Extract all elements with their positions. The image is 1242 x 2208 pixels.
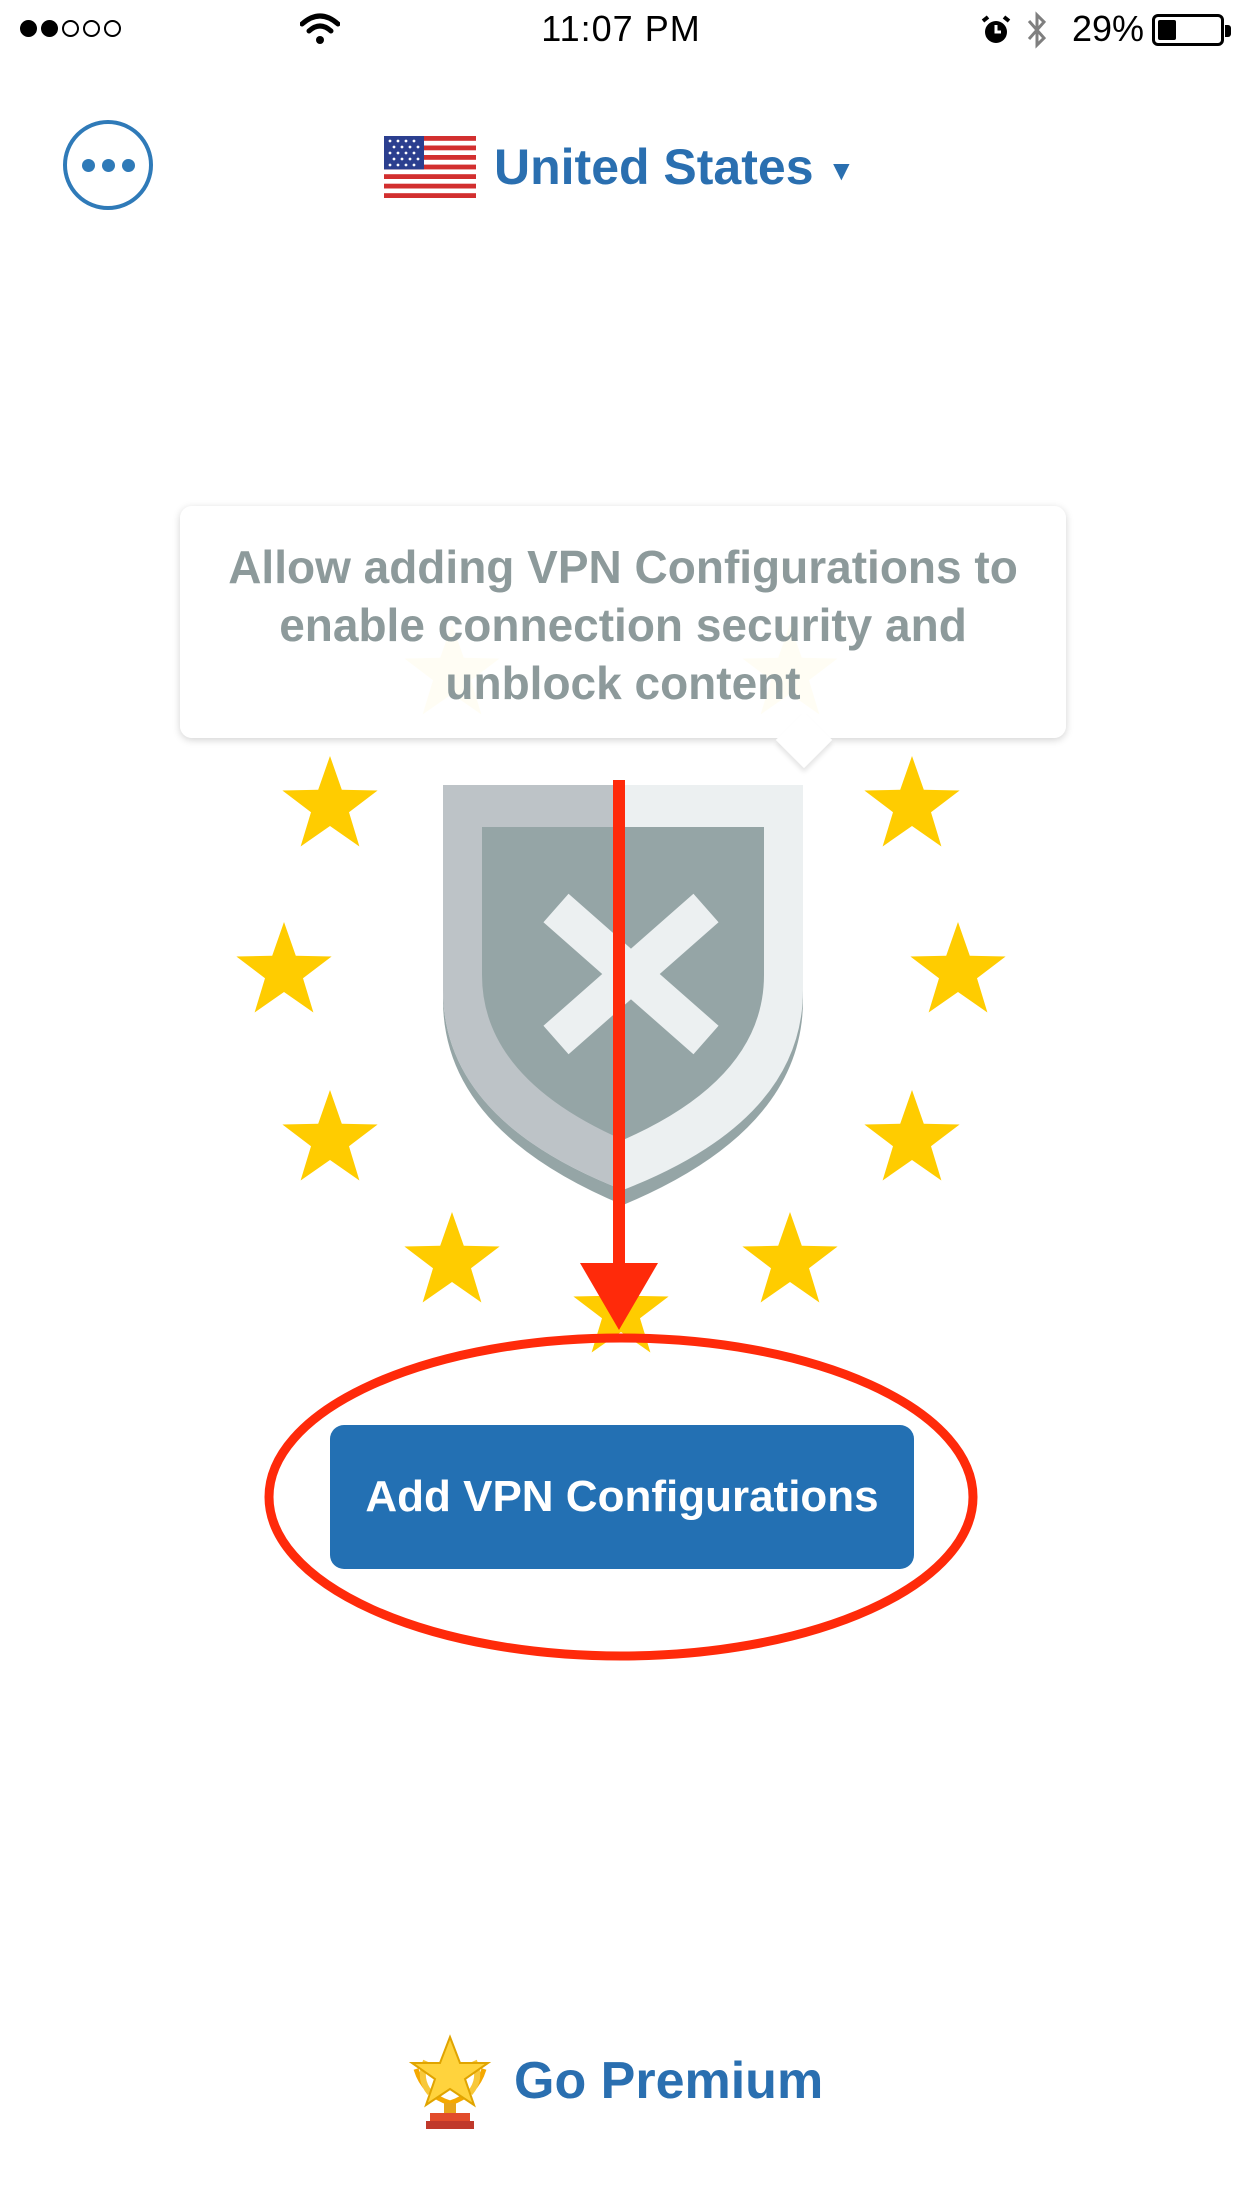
tooltip-line-1: Allow adding VPN Configurations to — [228, 541, 1018, 593]
vpn-permission-tooltip: Allow adding VPN Configurations to enabl… — [180, 506, 1066, 769]
vpn-illustration — [236, 624, 1006, 1353]
add-vpn-configurations-button[interactable]: Add VPN Configurations — [330, 1425, 914, 1569]
shield-x-icon — [443, 785, 803, 1205]
tooltip-line-2: enable connection security and — [279, 599, 967, 651]
tooltip-line-3: unblock content — [445, 657, 801, 709]
